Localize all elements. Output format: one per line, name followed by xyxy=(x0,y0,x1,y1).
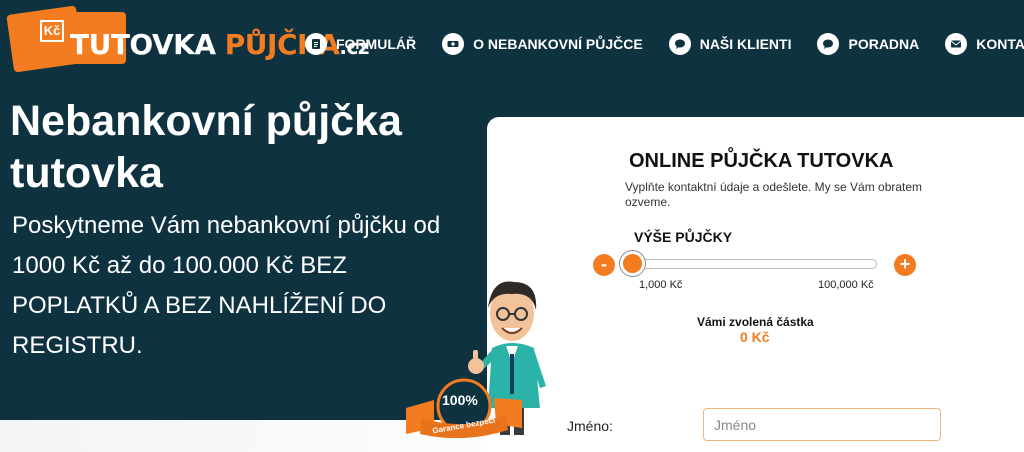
decrease-amount-button[interactable]: - xyxy=(593,254,615,276)
nav-label: KONTAKT xyxy=(976,36,1024,52)
site-logo[interactable]: Kč TUTOVKA PŮJČKA.cz xyxy=(6,2,369,73)
slider-max-label: 100,000 Kč xyxy=(818,279,874,291)
loan-form-panel: ONLINE PŮJČKA TUTOVKA Vyplňte kontaktní … xyxy=(487,117,1024,452)
nav-label: FORMULÁŘ xyxy=(336,36,417,52)
money-icon xyxy=(442,33,465,55)
slider-min-label: 1,000 Kč xyxy=(639,279,683,291)
hero-subtitle: Poskytneme Vám nebankovní půjčku od 1000… xyxy=(12,212,441,359)
amount-slider-thumb[interactable] xyxy=(620,251,645,276)
nav-label: O NEBANKOVNÍ PŮJČCE xyxy=(473,36,643,52)
form-description: Vyplňte kontaktní údaje a odešlete. My s… xyxy=(625,180,923,209)
logo-kc-mark: Kč xyxy=(40,20,64,42)
name-input[interactable] xyxy=(703,408,941,441)
nav-label: PORADNA xyxy=(848,36,920,52)
page-title: Nebankovní půjčka tutovka xyxy=(10,97,402,197)
document-icon xyxy=(305,33,327,55)
main-nav: FORMULÁŘ O NEBANKOVNÍ PŮJČCE NAŠI KLIENT… xyxy=(305,33,1024,55)
chosen-amount-label: Vámi zvolená částka xyxy=(697,315,814,329)
chosen-amount-value: 0 Kč xyxy=(740,329,770,345)
nav-item-poradna[interactable]: PORADNA xyxy=(817,33,919,55)
name-label: Jméno: xyxy=(567,418,613,434)
nav-item-nasi-klienti[interactable]: NAŠI KLIENTI xyxy=(668,33,792,55)
chat-icon xyxy=(668,33,691,55)
increase-amount-button[interactable]: + xyxy=(894,254,916,276)
logo-text-part1: TUTOVKA xyxy=(70,28,225,61)
nav-item-kontakt[interactable]: KONTAKT xyxy=(945,33,1024,55)
nav-item-o-nebankovni-pujcce[interactable]: O NEBANKOVNÍ PŮJČCE xyxy=(442,33,643,55)
amount-slider-track[interactable] xyxy=(624,259,877,269)
envelope-icon xyxy=(945,33,968,55)
amount-label: VÝŠE PŮJČKY xyxy=(634,229,733,245)
chat-icon xyxy=(817,33,840,55)
badge-percent: 100% xyxy=(442,392,478,408)
form-title: ONLINE PŮJČKA TUTOVKA xyxy=(629,150,894,172)
nav-item-formular[interactable]: FORMULÁŘ xyxy=(305,33,416,55)
nav-label: NAŠI KLIENTI xyxy=(699,36,792,52)
guarantee-badge: 100% Garance bezpečí xyxy=(404,378,524,439)
